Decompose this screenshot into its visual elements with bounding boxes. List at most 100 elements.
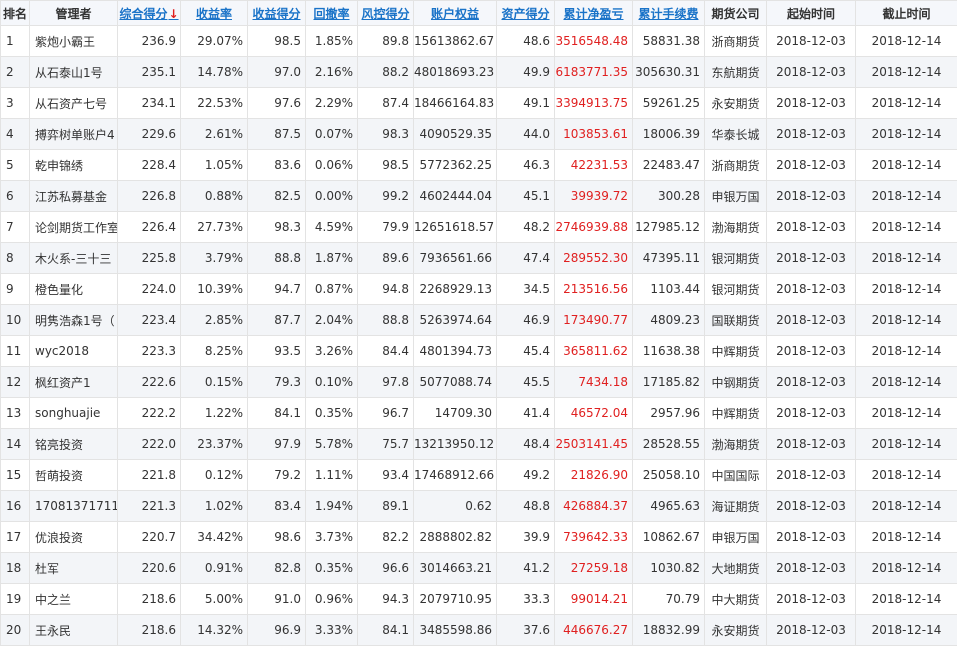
cell-drawdown-rate: 0.96%: [305, 583, 358, 615]
cell-account-equity: 17468912.66: [413, 459, 497, 491]
cell-start-date: 2018-12-03: [766, 490, 856, 522]
cell-net-profit: 739642.33: [554, 521, 633, 553]
table-row: 7 论剑期货工作室 226.4 27.73% 98.3 4.59% 79.9 12651618…: [0, 211, 957, 243]
cell-return-rate: 22.53%: [180, 87, 248, 119]
cell-risk-score: 88.2: [357, 56, 414, 88]
cell-return-score: 79.2: [247, 459, 306, 491]
header-drawdown-rate[interactable]: 回撤率: [305, 0, 358, 26]
cell-manager: songhuajie: [29, 397, 118, 429]
cell-net-profit: 3394913.75: [554, 87, 633, 119]
cell-fees: 25058.10: [632, 459, 705, 491]
cell-futures-company: 海证期货: [704, 490, 767, 522]
cell-rank: 6: [0, 180, 30, 212]
cell-account-equity: 2268929.13: [413, 273, 497, 305]
cell-net-profit: 426884.37: [554, 490, 633, 522]
cell-asset-score: 48.6: [496, 25, 555, 57]
cell-rank: 12: [0, 366, 30, 398]
cell-manager: 明隽浩森1号（: [29, 304, 118, 336]
cell-return-score: 94.7: [247, 273, 306, 305]
header-label: 排名: [2, 6, 27, 21]
cell-fees: 17185.82: [632, 366, 705, 398]
cell-start-date: 2018-12-03: [766, 242, 856, 274]
cell-net-profit: 365811.62: [554, 335, 633, 367]
table-row: 6 江苏私募基金 226.8 0.88% 82.5 0.00% 99.2 4602444.04…: [0, 180, 957, 212]
header-label: 账户权益: [430, 6, 479, 21]
cell-risk-score: 89.1: [357, 490, 414, 522]
cell-total-score: 226.4: [117, 211, 181, 243]
cell-total-score: 234.1: [117, 87, 181, 119]
cell-return-score: 79.3: [247, 366, 306, 398]
cell-fees: 28528.55: [632, 428, 705, 460]
header-fees[interactable]: 累计手续费: [632, 0, 705, 26]
header-asset-score[interactable]: 资产得分: [496, 0, 555, 26]
cell-total-score: 222.2: [117, 397, 181, 429]
table-row: 2 从石泰山1号 235.1 14.78% 97.0 2.16% 88.2 48018693.…: [0, 56, 957, 88]
cell-fees: 4965.63: [632, 490, 705, 522]
cell-fees: 4809.23: [632, 304, 705, 336]
cell-return-rate: 10.39%: [180, 273, 248, 305]
cell-asset-score: 45.4: [496, 335, 555, 367]
cell-asset-score: 46.9: [496, 304, 555, 336]
cell-account-equity: 7936561.66: [413, 242, 497, 274]
cell-risk-score: 87.4: [357, 87, 414, 119]
table-row: 3 从石资产七号 234.1 22.53% 97.6 2.29% 87.4 18466164.…: [0, 87, 957, 119]
header-return-score[interactable]: 收益得分: [247, 0, 306, 26]
cell-end-date: 2018-12-14: [855, 149, 957, 181]
cell-return-score: 83.6: [247, 149, 306, 181]
cell-futures-company: 中辉期货: [704, 397, 767, 429]
table-row: 20 王永民 218.6 14.32% 96.9 3.33% 84.1 3485598.86 3…: [0, 614, 957, 646]
header-return-rate[interactable]: 收益率: [180, 0, 248, 26]
cell-asset-score: 33.3: [496, 583, 555, 615]
cell-rank: 20: [0, 614, 30, 646]
table-row: 4 搏弈树单账户4 229.6 2.61% 87.5 0.07% 98.3 4090529.3…: [0, 118, 957, 150]
cell-return-score: 98.5: [247, 25, 306, 57]
cell-asset-score: 37.6: [496, 614, 555, 646]
cell-return-score: 88.8: [247, 242, 306, 274]
header-total-score[interactable]: 综合得分↓: [117, 0, 181, 26]
cell-manager: 紫炮小霸王: [29, 25, 118, 57]
cell-net-profit: 3516548.48: [554, 25, 633, 57]
header-net-profit[interactable]: 累计净盈亏: [554, 0, 633, 26]
table-row: 19 中之兰 218.6 5.00% 91.0 0.96% 94.3 2079710.95 33…: [0, 583, 957, 615]
cell-rank: 1: [0, 25, 30, 57]
cell-return-rate: 2.85%: [180, 304, 248, 336]
cell-account-equity: 4090529.35: [413, 118, 497, 150]
header-account-equity[interactable]: 账户权益: [413, 0, 497, 26]
cell-net-profit: 6183771.35: [554, 56, 633, 88]
cell-total-score: 220.7: [117, 521, 181, 553]
cell-risk-score: 88.8: [357, 304, 414, 336]
cell-risk-score: 94.8: [357, 273, 414, 305]
cell-total-score: 236.9: [117, 25, 181, 57]
cell-start-date: 2018-12-03: [766, 428, 856, 460]
cell-futures-company: 渤海期货: [704, 211, 767, 243]
sort-desc-icon[interactable]: ↓: [168, 7, 178, 21]
cell-risk-score: 89.6: [357, 242, 414, 274]
cell-total-score: 235.1: [117, 56, 181, 88]
cell-drawdown-rate: 1.87%: [305, 242, 358, 274]
cell-futures-company: 申银万国: [704, 180, 767, 212]
cell-end-date: 2018-12-14: [855, 180, 957, 212]
cell-futures-company: 永安期货: [704, 87, 767, 119]
cell-total-score: 218.6: [117, 583, 181, 615]
cell-manager: 枫红资产1: [29, 366, 118, 398]
cell-fees: 22483.47: [632, 149, 705, 181]
cell-return-rate: 0.91%: [180, 552, 248, 584]
header-label: 回撤率: [313, 6, 350, 21]
cell-end-date: 2018-12-14: [855, 335, 957, 367]
cell-return-score: 96.9: [247, 614, 306, 646]
header-label: 收益得分: [252, 6, 301, 21]
header-label: 累计手续费: [638, 6, 699, 21]
header-label: 管理者: [55, 6, 92, 21]
cell-start-date: 2018-12-03: [766, 211, 856, 243]
cell-return-rate: 14.78%: [180, 56, 248, 88]
cell-net-profit: 99014.21: [554, 583, 633, 615]
cell-futures-company: 大地期货: [704, 552, 767, 584]
table-row: 16 17081371711 221.3 1.02% 83.4 1.94% 89.1 0.62…: [0, 490, 957, 522]
cell-total-score: 225.8: [117, 242, 181, 274]
cell-manager: wyc2018: [29, 335, 118, 367]
header-futures-company: 期货公司: [704, 0, 767, 26]
header-risk-score[interactable]: 风控得分: [357, 0, 414, 26]
cell-asset-score: 39.9: [496, 521, 555, 553]
cell-start-date: 2018-12-03: [766, 397, 856, 429]
cell-asset-score: 48.8: [496, 490, 555, 522]
